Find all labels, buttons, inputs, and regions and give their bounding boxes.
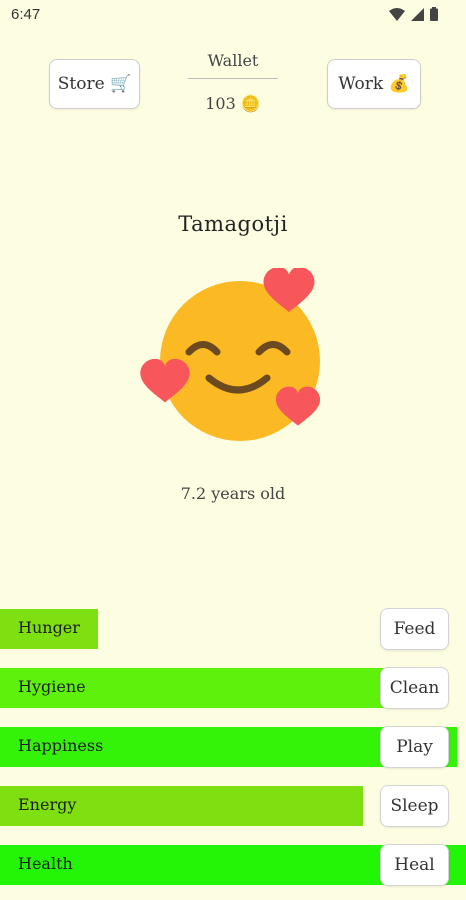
pet-age: 7.2 years old — [180, 484, 286, 503]
wallet-divider — [188, 78, 278, 79]
sleep-button[interactable]: Sleep — [380, 785, 449, 827]
stat-row-health: Health Heal — [0, 844, 466, 886]
wallet-label: Wallet — [207, 51, 259, 70]
play-button[interactable]: Play — [380, 726, 449, 768]
energy-label: Energy — [18, 795, 77, 814]
cell-signal-icon — [411, 7, 424, 21]
wifi-icon — [389, 7, 405, 21]
stat-row-happiness: Happiness Play — [0, 726, 466, 768]
status-icons — [389, 7, 438, 21]
feed-button[interactable]: Feed — [380, 608, 449, 650]
pet-name: Tamagotji — [178, 212, 288, 236]
store-button[interactable]: Store 🛒 — [49, 59, 140, 109]
stat-row-energy: Energy Sleep — [0, 785, 466, 827]
hunger-label: Hunger — [18, 618, 80, 637]
stat-row-hygiene: Hygiene Clean — [0, 667, 466, 709]
status-bar: 6:47 — [0, 0, 466, 30]
work-button[interactable]: Work 💰 — [327, 59, 421, 109]
health-label: Health — [18, 854, 73, 873]
hygiene-label: Hygiene — [18, 677, 86, 696]
heal-button[interactable]: Heal — [380, 844, 449, 886]
status-time: 6:47 — [11, 6, 41, 23]
wallet-amount: 103 🪙 — [205, 94, 261, 113]
clean-button[interactable]: Clean — [380, 667, 449, 709]
battery-icon — [430, 7, 438, 21]
stat-row-hunger: Hunger Feed — [0, 608, 466, 650]
smiling-face-with-hearts-icon[interactable] — [136, 268, 328, 444]
happiness-label: Happiness — [18, 736, 104, 755]
